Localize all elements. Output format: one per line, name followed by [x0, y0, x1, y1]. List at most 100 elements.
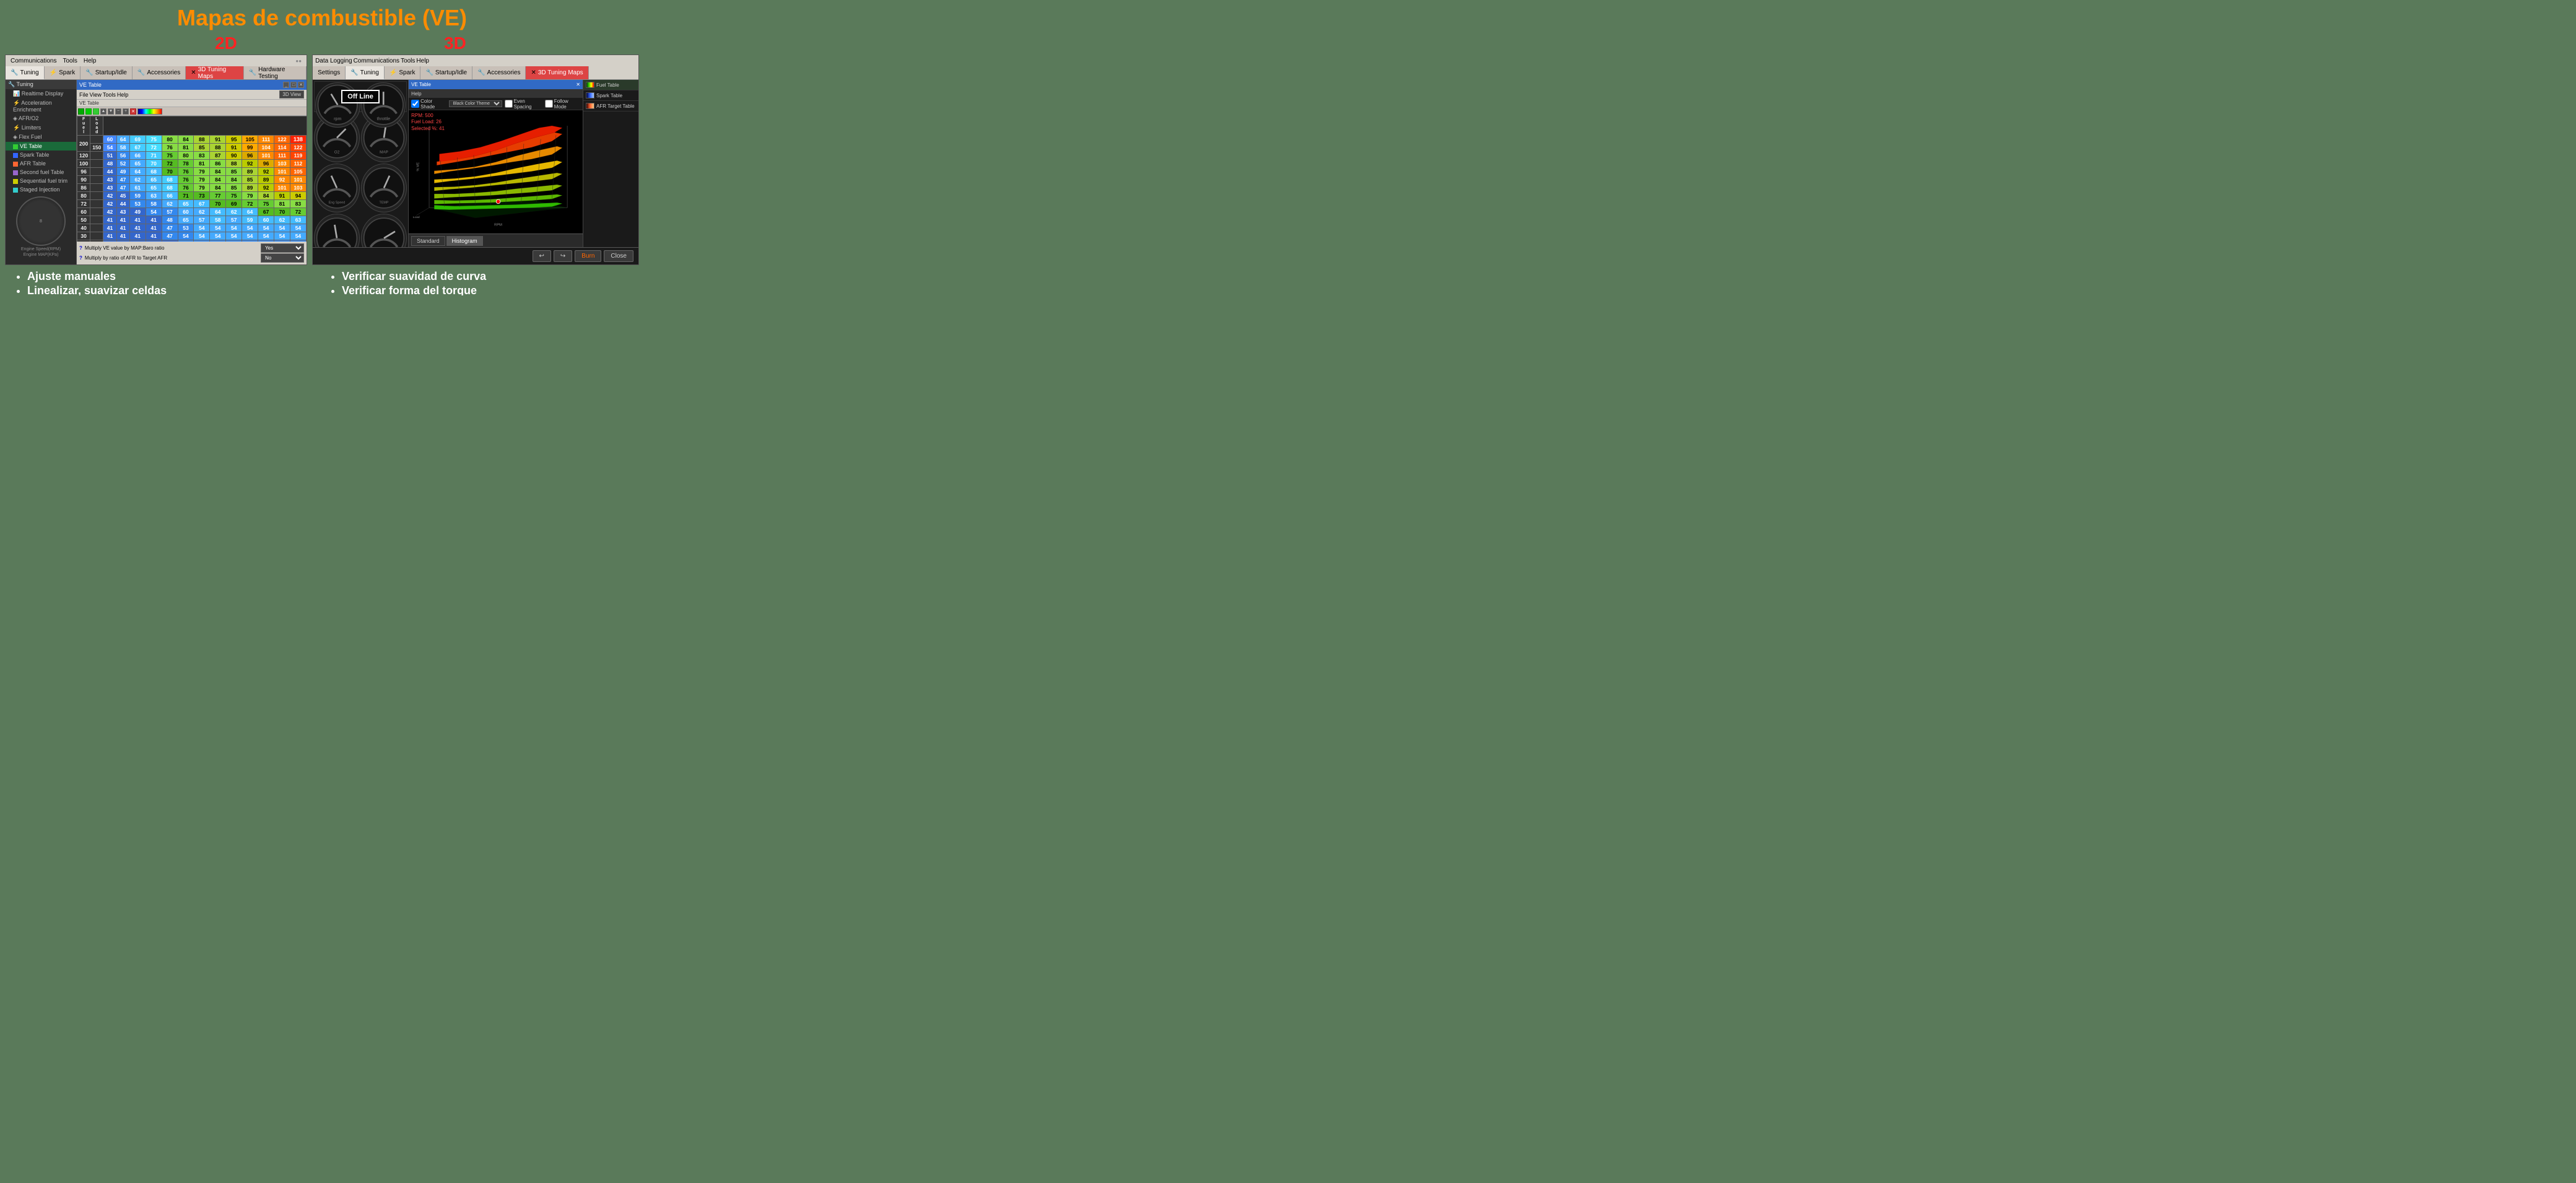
- burn-btn-right[interactable]: Burn: [575, 250, 601, 262]
- page-title: Mapas de combustible (VE): [0, 0, 644, 31]
- menu-help[interactable]: Help: [81, 58, 99, 64]
- sidebar-afr-table[interactable]: AFR Table: [6, 159, 76, 168]
- left-bullets: Ajuste manuales Linealizar, suavizar cel…: [10, 269, 320, 295]
- ve-menu-tools[interactable]: Tools: [103, 92, 116, 98]
- theme-select[interactable]: Black Color Theme: [449, 100, 502, 107]
- ve-menu-view[interactable]: View: [90, 92, 102, 98]
- tab-spark[interactable]: ⚡ Spark: [45, 66, 81, 79]
- vs-afr-table[interactable]: AFR Target Table: [583, 101, 638, 111]
- sidebar-realtime[interactable]: 📊 Realtime Display: [6, 89, 76, 98]
- undo-btn-r[interactable]: ↩: [533, 250, 551, 262]
- sidebar-seq-fuel[interactable]: Sequential fuel trim: [6, 177, 76, 185]
- minimize-btn[interactable]: _: [283, 82, 289, 88]
- option-help-1: ?: [79, 245, 82, 251]
- follow-mode-checkbox[interactable]: Follow Mode: [545, 98, 580, 110]
- gauge-7: Inj PW: [314, 214, 360, 247]
- bottom-section: Ajuste manuales Linealizar, suavizar cel…: [0, 265, 644, 295]
- option-row-1: ? Multiply VE value by MAP:Baro ratio Ye…: [79, 243, 304, 253]
- sidebar-staged[interactable]: Staged Injection: [6, 185, 76, 194]
- close-btn-right[interactable]: Close: [604, 250, 633, 262]
- vs-fuel-table[interactable]: Fuel Table: [583, 80, 638, 90]
- ve-3d-close[interactable]: ✕: [576, 82, 580, 87]
- sidebar-spark-table[interactable]: Spark Table: [6, 151, 76, 159]
- sidebar-afr[interactable]: ◈ AFR/O2: [6, 114, 76, 123]
- tab-histogram[interactable]: Histogram: [446, 236, 483, 246]
- main-container: Mapas de combustible (VE) 2D 3D Communic…: [0, 0, 644, 295]
- offline-badge: Off Line: [341, 90, 380, 103]
- option-select-1[interactable]: Yes No: [261, 243, 304, 253]
- left-menu-bar: Communications Tools Help ●●: [6, 55, 307, 66]
- svg-text:Eng Speed: Eng Speed: [329, 201, 346, 205]
- ve-menu-help[interactable]: Help: [117, 92, 129, 98]
- tb-up[interactable]: ▲: [100, 108, 107, 115]
- tb-x[interactable]: ✕: [130, 108, 136, 115]
- right-action-buttons: ↩ ↪ Burn Close: [313, 247, 638, 264]
- menu-tools-r[interactable]: Tools: [401, 58, 415, 64]
- table-row: 60 42434954 57606264 62646770 72717068: [77, 208, 307, 216]
- gauge-placeholder: 8 Engine Speed(RPM): [6, 196, 76, 251]
- sidebar-flex[interactable]: ◈ Flex Fuel: [6, 133, 76, 142]
- sidebar-limiters[interactable]: ⚡ Limiters: [6, 123, 76, 133]
- sidebar-second-fuel[interactable]: Second fuel Table: [6, 168, 76, 177]
- tab-spark-r[interactable]: ⚡ Spark: [385, 66, 421, 79]
- tb-minus[interactable]: −: [115, 108, 121, 115]
- tb-plus[interactable]: +: [123, 108, 129, 115]
- menu-communications-r[interactable]: Communications: [354, 58, 399, 64]
- tb-down[interactable]: ▼: [108, 108, 114, 115]
- tab-hardware[interactable]: 🔧 Hardware Testing: [244, 66, 307, 79]
- gauge-8: AFR: [361, 214, 407, 247]
- ve-3d-help-bar: Help: [409, 89, 583, 98]
- tab-standard[interactable]: Standard: [411, 236, 445, 246]
- status-indicator: ●●: [293, 58, 304, 64]
- chart-canvas: RPM: 500 Fuel Load: 26 Selected %: 41: [409, 110, 583, 234]
- tab-3d-tuning[interactable]: ✕ 3D Tuning Maps: [186, 66, 243, 79]
- option-row-2: ? Multiply by ratio of AFR to Target AFR…: [79, 253, 304, 263]
- even-spacing-checkbox[interactable]: Even Spacing: [505, 98, 542, 110]
- right-menu-bar: Data Logging Communications Tools Help: [313, 55, 638, 66]
- tab-accessories[interactable]: 🔧 Accessories: [133, 66, 186, 79]
- sidebar-ve-table[interactable]: VE Table: [6, 142, 76, 151]
- color-shade-checkbox[interactable]: Color Shade: [411, 98, 446, 110]
- maximize-btn[interactable]: □: [290, 82, 297, 88]
- bottom-tabs: Standard Histogram: [409, 234, 583, 247]
- menu-help-r[interactable]: Help: [416, 58, 429, 64]
- tb-green1[interactable]: [78, 108, 84, 115]
- ve-3d-view-btn[interactable]: 3D View: [279, 90, 304, 98]
- tb-green3[interactable]: [93, 108, 99, 115]
- section-labels: 2D 3D: [0, 31, 644, 55]
- right-bullets: Verificar suavidad de curva Verificar fo…: [324, 269, 634, 295]
- tab-startup-r[interactable]: 🔧 Startup/Idle: [420, 66, 472, 79]
- ve-sub-menu: File View Tools Help 3D View: [77, 90, 307, 100]
- menu-tools[interactable]: Tools: [60, 58, 79, 64]
- menu-communications[interactable]: Communications: [8, 58, 59, 64]
- left-content: 🔧 Tuning 📊 Realtime Display ⚡ Accelerati…: [6, 80, 307, 264]
- option-label-1: Multiply VE value by MAP:Baro ratio: [85, 245, 258, 251]
- tb-colors[interactable]: [137, 108, 162, 115]
- vs-fuel-label: Fuel Table: [596, 82, 619, 88]
- vs-spark-table[interactable]: Spark Table: [583, 90, 638, 101]
- tab-settings[interactable]: Settings: [313, 66, 346, 79]
- tab-startup[interactable]: 🔧 Startup/Idle: [80, 66, 133, 79]
- tab-accessories-r[interactable]: 🔧 Accessories: [472, 66, 526, 79]
- redo-btn-r[interactable]: ↪: [554, 250, 572, 262]
- tb-green2[interactable]: [85, 108, 92, 115]
- table-row: 80 42455963 66717377 75798491 94929186: [77, 192, 307, 200]
- right-panel-3d: Data Logging Communications Tools Help S…: [312, 55, 639, 265]
- ve-menu-file[interactable]: File: [79, 92, 89, 98]
- option-help-2: ?: [79, 255, 82, 261]
- sidebar-accel[interactable]: ⚡ Acceleration Enrichment: [6, 98, 76, 114]
- left-action-buttons: ↩ ↪ Burn Close: [6, 264, 307, 265]
- label-2d: 2D: [215, 33, 237, 53]
- tab-tuning-r[interactable]: 🔧 Tuning: [346, 66, 385, 79]
- option-select-2[interactable]: No Yes: [261, 253, 304, 263]
- tab-3d-maps-r[interactable]: ✕ 3D Tuning Maps: [526, 66, 588, 79]
- vs-afr-label: AFR Target Table: [596, 103, 635, 109]
- bullet-left-1: Ajuste manuales: [27, 270, 320, 283]
- close-btn[interactable]: ✕: [298, 82, 304, 88]
- right-3d-sidebar: Fuel Table Spark Table AFR Target Table: [583, 80, 638, 247]
- tab-tuning[interactable]: 🔧 Tuning: [6, 66, 45, 79]
- svg-text:MAP: MAP: [380, 151, 388, 155]
- panels-row: Communications Tools Help ●● 🔧 Tuning ⚡ …: [0, 55, 644, 265]
- gauge-6: TEMP: [361, 164, 407, 212]
- menu-data-logging[interactable]: Data Logging: [315, 58, 352, 64]
